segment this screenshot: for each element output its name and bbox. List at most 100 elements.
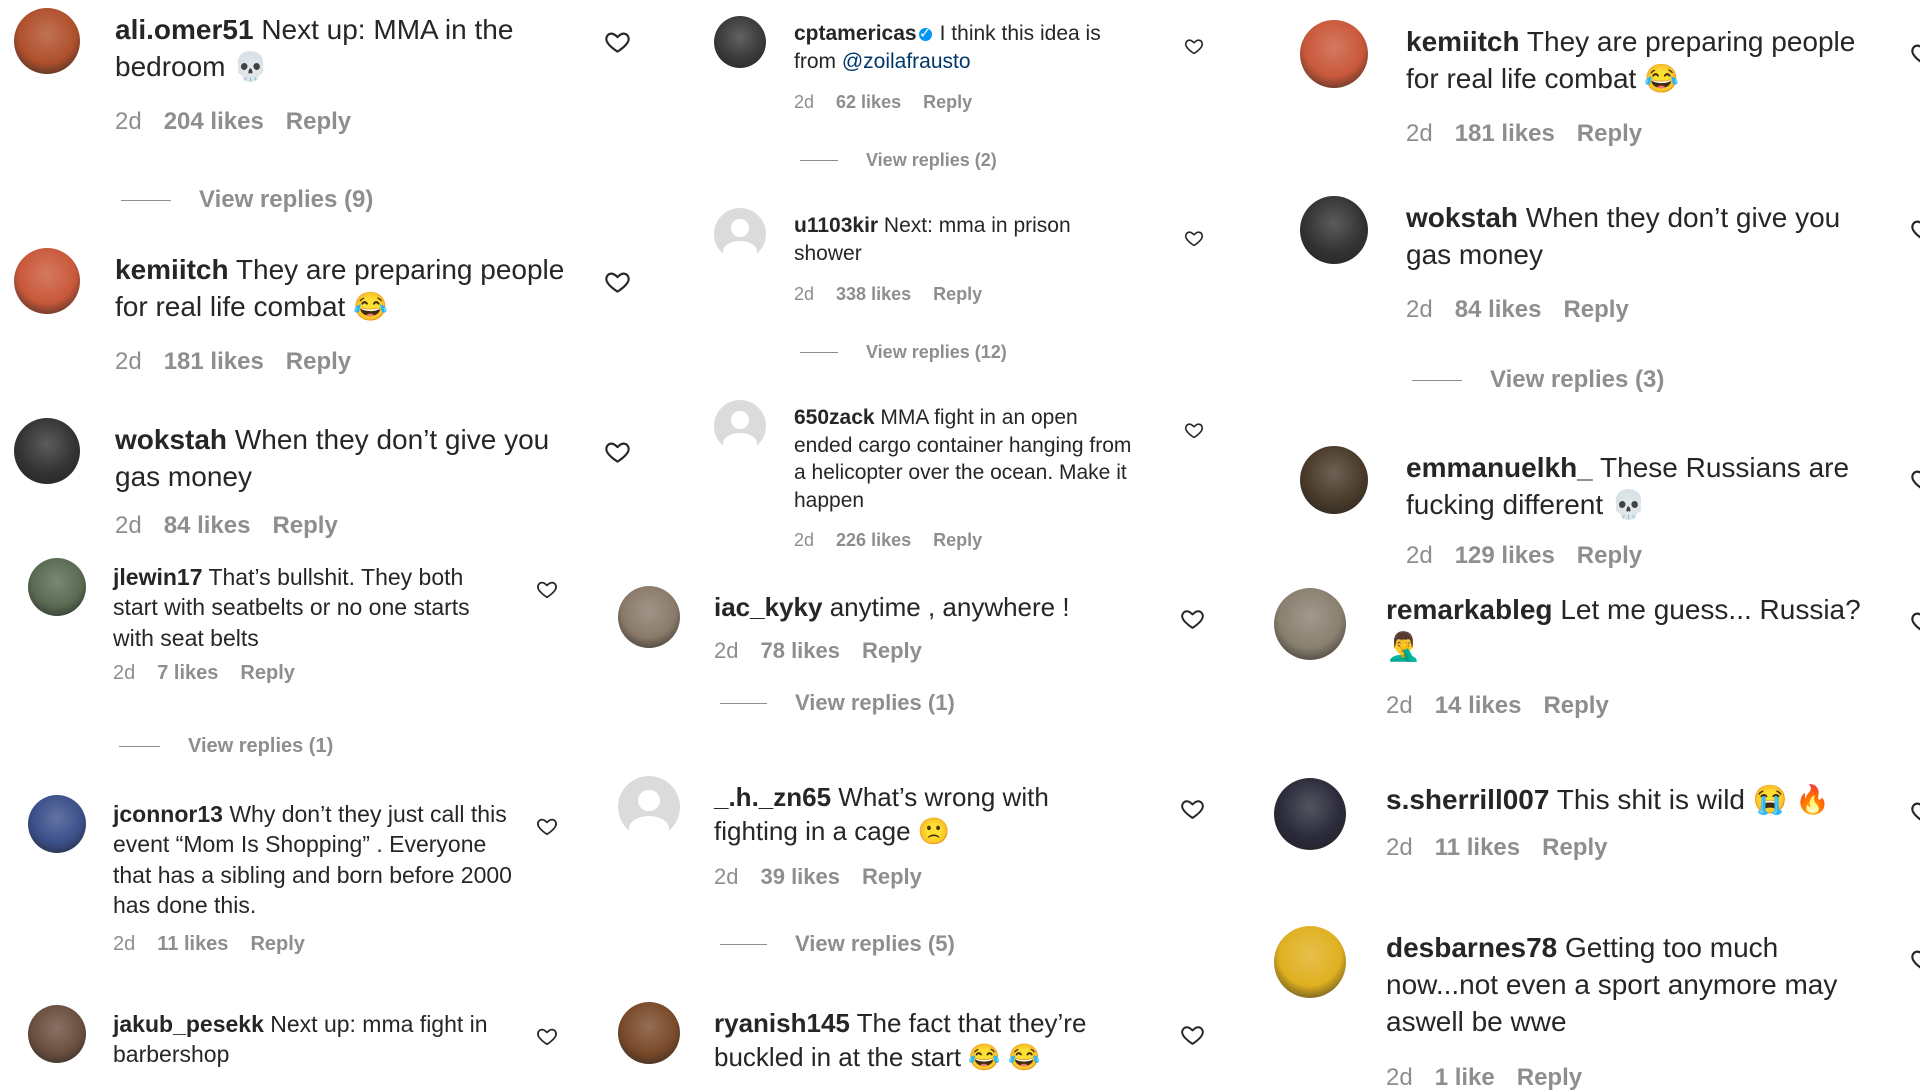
- reply-button[interactable]: Reply: [240, 662, 294, 685]
- avatar[interactable]: [714, 16, 766, 68]
- view-replies-button[interactable]: View replies (3): [1412, 366, 1664, 394]
- like-heart-icon[interactable]: [1180, 606, 1205, 631]
- likes-count[interactable]: 204 likes: [164, 108, 264, 136]
- comment-username[interactable]: 650zack: [794, 406, 875, 429]
- like-heart-icon[interactable]: [1910, 216, 1920, 243]
- like-heart-icon[interactable]: [604, 268, 631, 295]
- avatar[interactable]: [28, 795, 86, 853]
- likes-count[interactable]: 11 likes: [157, 933, 228, 956]
- comment-username[interactable]: ryanish145: [714, 1008, 850, 1038]
- reply-button[interactable]: Reply: [923, 92, 972, 113]
- comment-username[interactable]: remarkableg: [1386, 594, 1553, 625]
- reply-button[interactable]: Reply: [862, 864, 922, 890]
- avatar[interactable]: [1300, 446, 1368, 514]
- likes-count[interactable]: 181 likes: [164, 348, 264, 376]
- likes-count[interactable]: 78 likes: [760, 638, 840, 664]
- likes-count[interactable]: 84 likes: [1455, 296, 1542, 324]
- reply-button[interactable]: Reply: [1577, 542, 1642, 570]
- avatar[interactable]: [14, 248, 80, 314]
- avatar[interactable]: [1274, 588, 1346, 660]
- comment-username[interactable]: wokstah: [115, 424, 227, 455]
- like-heart-icon[interactable]: [1184, 420, 1204, 440]
- comment-username[interactable]: s.sherrill007: [1386, 784, 1549, 815]
- comment-username[interactable]: kemiitch: [115, 254, 229, 285]
- view-replies-button[interactable]: View replies (5): [720, 931, 955, 957]
- comment-username[interactable]: cptamericas: [794, 22, 917, 45]
- like-heart-icon[interactable]: [1184, 36, 1204, 56]
- comment-username[interactable]: u1103kir: [794, 214, 878, 237]
- emoji: 🤦‍♂️: [1386, 630, 1421, 662]
- likes-count[interactable]: 181 likes: [1455, 120, 1555, 148]
- likes-count[interactable]: 62 likes: [836, 92, 901, 113]
- view-replies-button[interactable]: View replies (1): [720, 690, 955, 716]
- like-heart-icon[interactable]: [1910, 466, 1920, 493]
- view-replies-button[interactable]: View replies (2): [800, 150, 997, 171]
- like-heart-icon[interactable]: [604, 438, 631, 465]
- likes-count[interactable]: 1 like: [1435, 1064, 1495, 1092]
- reply-button[interactable]: Reply: [1563, 296, 1628, 324]
- avatar[interactable]: [714, 400, 766, 452]
- reply-button[interactable]: Reply: [1517, 1064, 1582, 1092]
- comment-username[interactable]: kemiitch: [1406, 26, 1520, 57]
- likes-count[interactable]: 226 likes: [836, 530, 911, 551]
- avatar[interactable]: [14, 418, 80, 484]
- comment-username[interactable]: emmanuelkh_: [1406, 452, 1593, 483]
- reply-button[interactable]: Reply: [933, 530, 982, 551]
- reply-button[interactable]: Reply: [862, 638, 922, 664]
- view-replies-button[interactable]: View replies (9): [121, 186, 373, 214]
- likes-count[interactable]: 14 likes: [1435, 692, 1522, 720]
- avatar[interactable]: [1300, 196, 1368, 264]
- avatar[interactable]: [28, 558, 86, 616]
- like-heart-icon[interactable]: [604, 28, 631, 55]
- comment-body: ryanish145 The fact that they’re buckled…: [714, 1006, 1134, 1075]
- reply-button[interactable]: Reply: [1542, 834, 1607, 862]
- view-replies-button[interactable]: View replies (1): [119, 735, 333, 758]
- reply-button[interactable]: Reply: [272, 512, 337, 540]
- avatar[interactable]: [618, 1002, 680, 1064]
- comment-username[interactable]: jconnor13: [113, 801, 223, 827]
- comment-username[interactable]: iac_kyky: [714, 592, 822, 622]
- comment-username[interactable]: ali.omer51: [115, 14, 254, 45]
- likes-count[interactable]: 84 likes: [164, 512, 251, 540]
- reply-button[interactable]: Reply: [286, 108, 351, 136]
- likes-count[interactable]: 7 likes: [157, 662, 218, 685]
- like-heart-icon[interactable]: [1910, 798, 1920, 825]
- avatar[interactable]: [1300, 20, 1368, 88]
- reply-button[interactable]: Reply: [286, 348, 351, 376]
- like-heart-icon[interactable]: [1180, 1022, 1205, 1047]
- like-heart-icon[interactable]: [1910, 946, 1920, 973]
- view-replies-button[interactable]: View replies (12): [800, 342, 1007, 363]
- reply-button[interactable]: Reply: [1543, 692, 1608, 720]
- like-heart-icon[interactable]: [1180, 796, 1205, 821]
- like-heart-icon[interactable]: [1910, 608, 1920, 635]
- comment-username[interactable]: desbarnes78: [1386, 932, 1557, 963]
- avatar[interactable]: [28, 1005, 86, 1063]
- mention-link[interactable]: @zoilafrausto: [842, 50, 971, 73]
- like-heart-icon[interactable]: [536, 815, 558, 837]
- likes-count[interactable]: 39 likes: [760, 864, 840, 890]
- avatar[interactable]: [714, 208, 766, 260]
- comment-username[interactable]: wokstah: [1406, 202, 1518, 233]
- comment-username[interactable]: jlewin17: [113, 564, 202, 590]
- reply-button[interactable]: Reply: [250, 933, 304, 956]
- avatar[interactable]: [1274, 926, 1346, 998]
- likes-count[interactable]: 11 likes: [1435, 834, 1520, 862]
- likes-count[interactable]: 129 likes: [1455, 542, 1555, 570]
- reply-button[interactable]: Reply: [1577, 120, 1642, 148]
- likes-count[interactable]: 338 likes: [836, 284, 911, 305]
- comment-timestamp: 2d: [1406, 120, 1433, 147]
- comment-username[interactable]: _.h._zn65: [714, 782, 831, 812]
- avatar[interactable]: [618, 586, 680, 648]
- reply-button[interactable]: Reply: [933, 284, 982, 305]
- like-heart-icon[interactable]: [1184, 228, 1204, 248]
- comment-username[interactable]: jakub_pesekk: [113, 1011, 264, 1037]
- avatar[interactable]: [618, 776, 680, 838]
- comment-timestamp: 2d: [1386, 834, 1413, 861]
- comment-timestamp: 2d: [714, 864, 739, 889]
- like-heart-icon[interactable]: [1910, 40, 1920, 67]
- avatar[interactable]: [1274, 778, 1346, 850]
- like-heart-icon[interactable]: [536, 1025, 558, 1047]
- avatar[interactable]: [14, 8, 80, 74]
- comment-meta: 2d 129 likes Reply: [1406, 542, 1664, 570]
- like-heart-icon[interactable]: [536, 578, 558, 600]
